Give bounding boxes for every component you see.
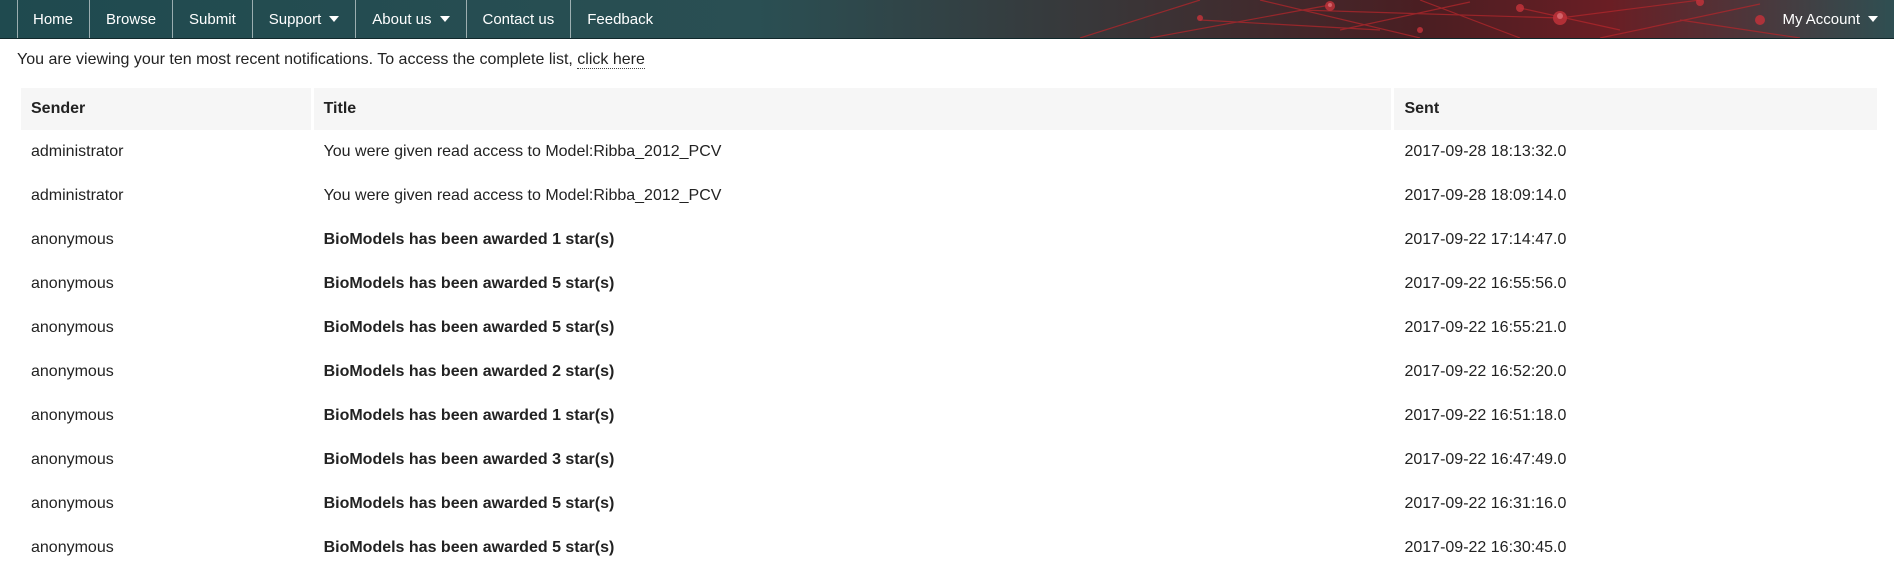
nav-feedback[interactable]: Feedback <box>570 0 670 38</box>
chevron-down-icon <box>439 16 450 22</box>
cell-sent: 2017-09-22 16:31:16.0 <box>1404 495 1567 512</box>
notifications-table-container: Sender Title Sent administrator You were… <box>18 88 1880 570</box>
top-navigation-bar: Home Browse Submit Support About us Cont… <box>0 0 1894 39</box>
nav-about-us-label: About us <box>372 10 432 28</box>
intro-text: You are viewing your ten most recent not… <box>17 51 578 68</box>
table-row[interactable]: anonymous BioModels has been awarded 5 s… <box>21 262 1877 306</box>
cell-sent: 2017-09-22 16:55:56.0 <box>1404 275 1567 292</box>
cell-sent: 2017-09-28 18:13:32.0 <box>1404 143 1567 160</box>
cell-sender: anonymous <box>31 407 114 424</box>
cell-title[interactable]: BioModels has been awarded 1 star(s) <box>314 218 1392 262</box>
nav-submit[interactable]: Submit <box>172 0 252 38</box>
nav-browse-label: Browse <box>106 10 157 28</box>
cell-title[interactable]: You were given read access to Model:Ribb… <box>314 174 1392 218</box>
table-row[interactable]: anonymous BioModels has been awarded 5 s… <box>21 526 1877 570</box>
cell-sender: anonymous <box>31 319 114 336</box>
table-row[interactable]: anonymous BioModels has been awarded 3 s… <box>21 438 1877 482</box>
column-header-sender: Sender <box>21 88 311 130</box>
cell-sent: 2017-09-22 16:51:18.0 <box>1404 407 1567 424</box>
nav-feedback-label: Feedback <box>587 10 654 28</box>
cell-sent: 2017-09-22 16:52:20.0 <box>1404 363 1567 380</box>
nav-contact-us[interactable]: Contact us <box>465 0 571 38</box>
chevron-down-icon <box>1868 16 1878 22</box>
cell-title[interactable]: You were given read access to Model:Ribb… <box>314 130 1392 174</box>
nav-submit-label: Submit <box>189 10 236 28</box>
cell-sent: 2017-09-22 16:55:21.0 <box>1404 319 1567 336</box>
notifications-intro: You are viewing your ten most recent not… <box>17 49 1894 71</box>
nav-home-label: Home <box>33 10 74 28</box>
nav-browse[interactable]: Browse <box>89 0 172 38</box>
table-row[interactable]: anonymous BioModels has been awarded 1 s… <box>21 394 1877 438</box>
table-row[interactable]: anonymous BioModels has been awarded 5 s… <box>21 306 1877 350</box>
cell-sender: anonymous <box>31 231 114 248</box>
table-row[interactable]: administrator You were given read access… <box>21 130 1877 174</box>
cell-sender: anonymous <box>31 539 114 556</box>
table-row[interactable]: anonymous BioModels has been awarded 5 s… <box>21 482 1877 526</box>
my-account-label: My Account <box>1782 10 1860 28</box>
table-row[interactable]: anonymous BioModels has been awarded 2 s… <box>21 350 1877 394</box>
cell-sender: administrator <box>31 187 124 204</box>
table-body: administrator You were given read access… <box>21 130 1877 570</box>
cell-sender: anonymous <box>31 363 114 380</box>
cell-title[interactable]: BioModels has been awarded 2 star(s) <box>314 350 1392 394</box>
my-account-dropdown[interactable]: My Account <box>1782 0 1878 38</box>
main-nav: Home Browse Submit Support About us Cont… <box>0 0 670 38</box>
nav-home[interactable]: Home <box>17 0 89 38</box>
cell-title[interactable]: BioModels has been awarded 5 star(s) <box>314 526 1392 570</box>
cell-sender: administrator <box>31 143 124 160</box>
cell-title[interactable]: BioModels has been awarded 1 star(s) <box>314 394 1392 438</box>
cell-title[interactable]: BioModels has been awarded 5 star(s) <box>314 306 1392 350</box>
cell-sent: 2017-09-22 16:47:49.0 <box>1404 451 1567 468</box>
cell-sent: 2017-09-22 16:30:45.0 <box>1404 539 1567 556</box>
cell-sender: anonymous <box>31 495 114 512</box>
notifications-table: Sender Title Sent administrator You were… <box>18 88 1880 570</box>
chevron-down-icon <box>329 16 340 22</box>
table-header: Sender Title Sent <box>21 88 1877 130</box>
cell-sender: anonymous <box>31 275 114 292</box>
table-header-row: Sender Title Sent <box>21 88 1877 130</box>
cell-sent: 2017-09-22 17:14:47.0 <box>1404 231 1567 248</box>
cell-sent: 2017-09-28 18:09:14.0 <box>1404 187 1567 204</box>
table-row[interactable]: anonymous BioModels has been awarded 1 s… <box>21 218 1877 262</box>
column-header-sent: Sent <box>1394 88 1877 130</box>
nav-about-us-dropdown[interactable]: About us <box>355 0 465 38</box>
cell-sender: anonymous <box>31 451 114 468</box>
cell-title[interactable]: BioModels has been awarded 3 star(s) <box>314 438 1392 482</box>
cell-title[interactable]: BioModels has been awarded 5 star(s) <box>314 262 1392 306</box>
nav-contact-us-label: Contact us <box>482 10 555 28</box>
column-header-title: Title <box>313 88 1392 130</box>
complete-list-link[interactable]: click here <box>577 51 645 69</box>
table-row[interactable]: administrator You were given read access… <box>21 174 1877 218</box>
nav-support-label: Support <box>268 10 322 28</box>
cell-title[interactable]: BioModels has been awarded 5 star(s) <box>314 482 1392 526</box>
nav-support-dropdown[interactable]: Support <box>251 0 356 38</box>
